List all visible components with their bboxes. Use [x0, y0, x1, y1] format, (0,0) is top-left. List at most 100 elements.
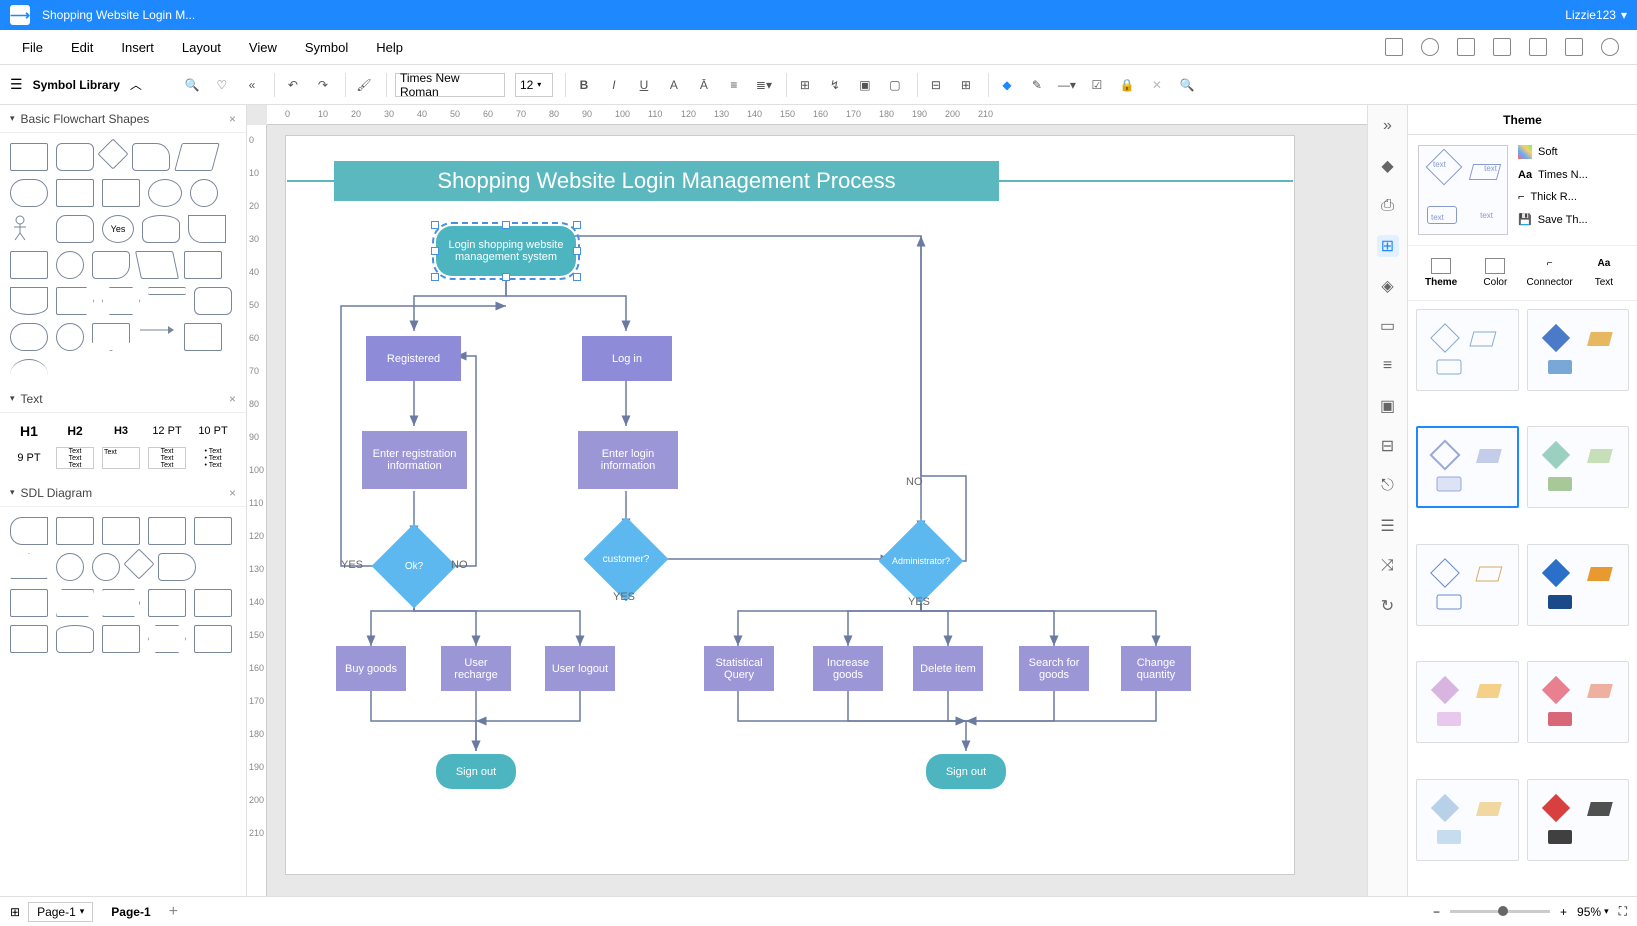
view-icon[interactable] — [1601, 38, 1619, 56]
font-color-button[interactable]: A — [664, 75, 684, 95]
zoom-value[interactable]: 95%▾ — [1577, 905, 1609, 919]
shape-predefined[interactable] — [56, 179, 94, 207]
font-family-select[interactable]: Times New Roman — [395, 73, 505, 97]
search-button[interactable]: 🔍 — [1177, 75, 1197, 95]
image-tool-icon[interactable]: ▣ — [1377, 395, 1399, 417]
shape-arrow[interactable] — [56, 287, 94, 315]
tab-theme[interactable]: Theme — [1414, 254, 1468, 292]
image-button[interactable]: ▢ — [885, 75, 905, 95]
container-button[interactable]: ▣ — [855, 75, 875, 95]
fill-tool-icon[interactable]: ◆ — [1377, 155, 1399, 177]
sdl-shape-1[interactable] — [10, 517, 48, 545]
shape-yes[interactable]: Yes — [102, 215, 134, 243]
export-tool-icon[interactable]: ⎙ — [1377, 195, 1399, 217]
presentation-icon[interactable]: ▭ — [1377, 315, 1399, 337]
theme-color-row[interactable]: Soft — [1518, 145, 1627, 159]
italic-button[interactable]: I — [604, 75, 624, 95]
shape-ellipse[interactable] — [148, 179, 182, 207]
theme-card-5[interactable] — [1416, 544, 1519, 626]
fill-color-button[interactable]: ◆ — [997, 75, 1017, 95]
bold-button[interactable]: B — [574, 75, 594, 95]
collapse-icon[interactable]: « — [242, 75, 262, 95]
node-recharge[interactable]: User recharge — [441, 646, 511, 691]
accordion-text[interactable]: ▾ Text × — [0, 385, 246, 413]
align-button[interactable]: ≡ — [724, 75, 744, 95]
shape-person[interactable] — [56, 215, 94, 243]
shape-actor[interactable] — [10, 215, 48, 243]
app-logo[interactable]: ⟶ — [10, 5, 30, 25]
lock-button[interactable]: 🔒 — [1117, 75, 1137, 95]
line-spacing-button[interactable]: ≣▾ — [754, 75, 774, 95]
shape-doc[interactable] — [10, 287, 48, 315]
sdl-shape-11[interactable] — [194, 589, 232, 617]
diagram-title[interactable]: Shopping Website Login Management Proces… — [334, 161, 999, 201]
sdl-shape-3[interactable] — [102, 517, 140, 545]
align-tool-icon[interactable]: ☰ — [1377, 515, 1399, 537]
shape-internal[interactable] — [102, 179, 140, 207]
node-change[interactable]: Change quantity — [1121, 646, 1191, 691]
menu-view[interactable]: View — [235, 30, 291, 64]
theme-card-2[interactable] — [1527, 309, 1630, 391]
shape-arc[interactable] — [10, 359, 48, 375]
close-icon[interactable]: × — [229, 486, 236, 500]
share-icon[interactable] — [1565, 38, 1583, 56]
sdl-shape-15[interactable] — [148, 625, 186, 653]
theme-font-row[interactable]: AaTimes N... — [1518, 169, 1627, 181]
sdl-shape-4[interactable] — [148, 517, 186, 545]
sdl-diamond[interactable] — [123, 548, 154, 579]
zoom-out-button[interactable]: − — [1433, 905, 1440, 919]
canvas-area[interactable]: 0102030405060708090100110120130140150160… — [247, 105, 1367, 896]
node-signout2[interactable]: Sign out — [926, 754, 1006, 789]
sdl-triangle[interactable] — [10, 553, 48, 579]
save-icon[interactable] — [1457, 38, 1475, 56]
theme-card-4[interactable] — [1527, 426, 1630, 508]
shape-frame[interactable] — [10, 251, 48, 279]
text-highlight-button[interactable]: Ā — [694, 75, 714, 95]
underline-button[interactable]: U — [634, 75, 654, 95]
sdl-shape-9[interactable] — [102, 589, 140, 617]
menu-symbol[interactable]: Symbol — [291, 30, 362, 64]
sdl-shape-8[interactable] — [56, 589, 94, 617]
layers-icon[interactable]: ◈ — [1377, 275, 1399, 297]
menu-insert[interactable]: Insert — [107, 30, 168, 64]
close-icon[interactable]: × — [229, 392, 236, 406]
node-registered[interactable]: Registered — [366, 336, 461, 381]
sdl-circle[interactable] — [92, 553, 120, 581]
zoom-slider[interactable] — [1450, 910, 1550, 913]
close-icon[interactable]: × — [229, 112, 236, 126]
zoom-in-button[interactable]: + — [1560, 905, 1567, 919]
connector-tool-button[interactable]: ↯ — [825, 75, 845, 95]
redo-button[interactable]: ↷ — [313, 75, 333, 95]
text-bullets[interactable]: • Text• Text• Text — [194, 448, 232, 469]
user-menu[interactable]: Lizzie123 ▾ — [1565, 8, 1627, 22]
sdl-shape-14[interactable] — [102, 625, 140, 653]
menu-file[interactable]: File — [8, 30, 57, 64]
shape-circle2[interactable] — [56, 323, 84, 351]
text-h2[interactable]: H2 — [56, 424, 94, 438]
shape-data[interactable] — [174, 143, 220, 171]
distribute-button[interactable]: ⊞ — [956, 75, 976, 95]
shape-process[interactable] — [10, 143, 48, 171]
theme-save-row[interactable]: 💾Save Th... — [1518, 213, 1627, 226]
theme-card-10[interactable] — [1527, 779, 1630, 861]
shape-rounded2[interactable] — [194, 287, 232, 315]
export-icon[interactable] — [1529, 38, 1547, 56]
node-delete[interactable]: Delete item — [913, 646, 983, 691]
shape-decision[interactable] — [97, 138, 128, 169]
tools-button[interactable]: ✕ — [1147, 75, 1167, 95]
shape-display[interactable] — [132, 143, 170, 171]
add-page-button[interactable]: + — [169, 903, 178, 921]
accordion-basic-shapes[interactable]: ▾ Basic Flowchart Shapes × — [0, 105, 246, 133]
link-icon[interactable]: ⎋ — [1377, 475, 1399, 497]
tab-text[interactable]: AaText — [1577, 254, 1631, 292]
history-icon[interactable]: ↻ — [1377, 595, 1399, 617]
sdl-shape-10[interactable] — [148, 589, 186, 617]
shape-hexagon[interactable] — [102, 287, 140, 315]
theme-card-9[interactable] — [1416, 779, 1519, 861]
sdl-shape-2[interactable] — [56, 517, 94, 545]
shape-storage[interactable] — [92, 251, 130, 279]
text-h1[interactable]: H1 — [10, 423, 48, 439]
node-enter-reg[interactable]: Enter registration information — [362, 431, 467, 489]
sdl-shape-12[interactable] — [10, 625, 48, 653]
data-icon[interactable]: ≡ — [1377, 355, 1399, 377]
